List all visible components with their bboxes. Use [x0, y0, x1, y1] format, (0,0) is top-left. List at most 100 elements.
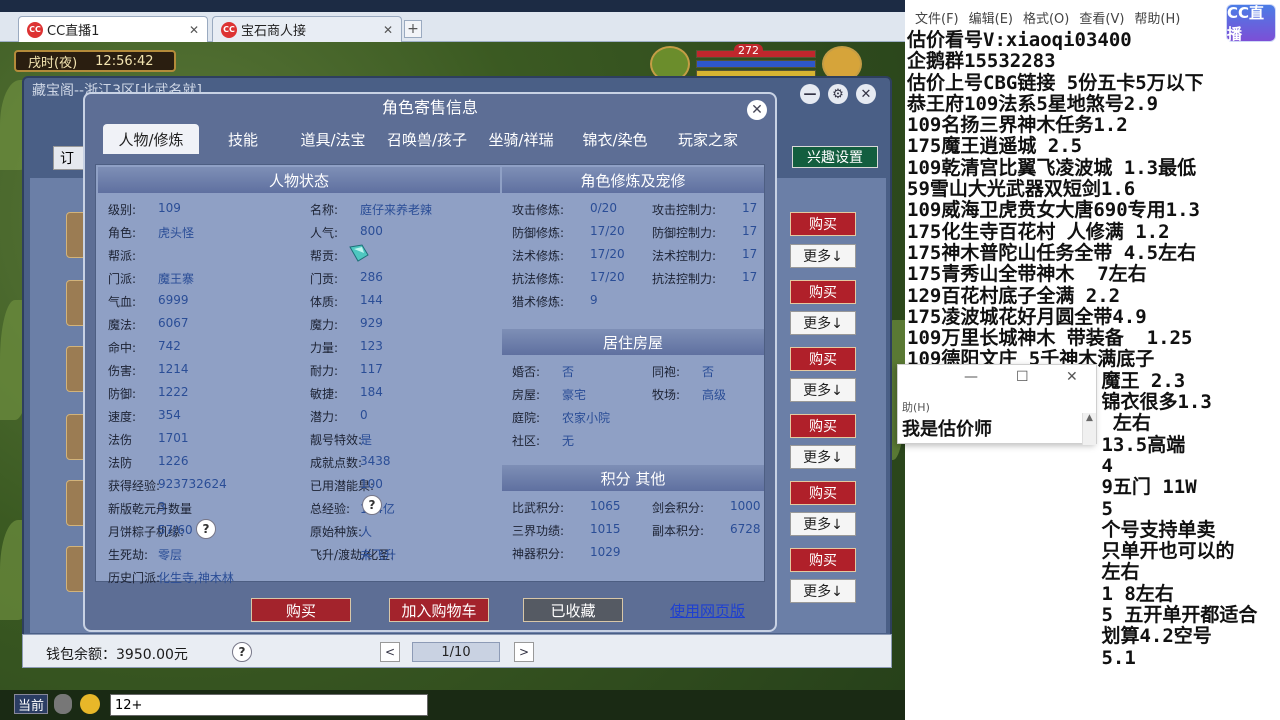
notepad-line: 175化生寺百花村 人修满 1.2 — [907, 220, 1170, 243]
tab-skills[interactable]: 技能 — [199, 124, 287, 154]
listing-more-button[interactable]: 更多↓ — [790, 244, 856, 268]
stat-value: 354 — [158, 408, 181, 422]
close-icon[interactable]: ✕ — [1066, 369, 1078, 385]
listing-buy-button[interactable]: 购买 — [790, 548, 856, 572]
stat-label: 气血: — [108, 295, 137, 309]
microphone-icon[interactable] — [54, 694, 72, 714]
stat-value: 1065 — [590, 499, 621, 513]
stat-value: 923732624 — [158, 477, 227, 491]
listing-buy-button[interactable]: 购买 — [790, 414, 856, 438]
stat-row: 帮贡: — [310, 247, 338, 264]
help-icon[interactable]: ? — [196, 519, 216, 539]
tab-character[interactable]: 人物/修炼 — [103, 124, 199, 154]
listing-buy-button[interactable]: 购买 — [790, 280, 856, 304]
emoji-icon[interactable] — [80, 694, 100, 714]
stat-row: 耐力: 117 — [310, 362, 383, 379]
notepad-line: 5 五开单开都适合 — [907, 604, 1258, 627]
stat-row: 副本积分: 6728 — [652, 522, 761, 539]
listing-more-button[interactable]: 更多↓ — [790, 579, 856, 603]
new-tab-button[interactable]: + — [404, 20, 422, 38]
menu-format[interactable]: 格式(O) — [1023, 8, 1069, 30]
stat-label: 总经验: — [310, 502, 351, 516]
help-icon[interactable]: ? — [232, 642, 252, 662]
stat-value: 庭仔来养老辣 — [360, 203, 433, 217]
listing-more-button[interactable]: 更多↓ — [790, 311, 856, 335]
stat-value: 17 — [742, 270, 758, 284]
prev-page-button[interactable]: < — [380, 642, 400, 662]
section-header-house: 居住房屋 — [502, 329, 764, 355]
add-to-cart-button[interactable]: 加入购物车 — [389, 598, 489, 622]
help-icon[interactable]: ? — [362, 495, 382, 515]
stat-label: 防御: — [108, 387, 137, 401]
scrollbar[interactable]: ▲ — [1082, 413, 1096, 445]
stat-label: 三界功绩: — [512, 524, 565, 538]
stat-label: 法术控制力: — [652, 249, 717, 263]
minimize-icon[interactable]: — — [800, 84, 820, 104]
notepad-line: 59雪山大光武器双短剑1.6 — [907, 178, 1136, 201]
favorited-button[interactable]: 已收藏 — [523, 598, 623, 622]
web-version-link[interactable]: 使用网页版 — [670, 600, 745, 621]
wallet-balance: 钱包余额：3950.00元 — [46, 647, 188, 663]
menu-file[interactable]: 文件(F) — [915, 8, 959, 30]
menu-view[interactable]: 查看(V) — [1079, 8, 1124, 30]
tab-cc-live[interactable]: CC CC直播1 ✕ — [18, 16, 208, 42]
notepad-text[interactable]: 估价看号V:xiaoqi03400 企鹅群15532283 估价上号CBG链接 5份… — [907, 29, 1258, 669]
stat-value: 否 — [702, 365, 715, 379]
gear-icon[interactable]: ⚙ — [828, 84, 848, 104]
minimize-icon[interactable]: — — [964, 369, 978, 385]
stat-value: 无 — [562, 434, 575, 448]
stat-label: 名称: — [310, 203, 339, 217]
game-clock-time: 12:56:42 — [95, 53, 154, 69]
stat-row: 房屋: 豪宅 — [512, 386, 586, 403]
menu-edit[interactable]: 编辑(E) — [969, 8, 1013, 30]
stat-label: 比武积分: — [512, 501, 565, 515]
listing-more-button[interactable]: 更多↓ — [790, 445, 856, 469]
stat-value: 6999 — [158, 293, 189, 307]
stat-label: 体质: — [310, 295, 339, 309]
subwindow-text[interactable]: 我是估价师 — [902, 415, 992, 441]
tab-label: 宝石商人接 — [241, 24, 307, 39]
stat-row: 总经验:174亿 — [310, 500, 395, 517]
stat-value: 魔王寨 — [158, 272, 195, 286]
tab-items[interactable]: 道具/法宝 — [287, 124, 379, 154]
buy-button[interactable]: 购买 — [251, 598, 351, 622]
cc-live-logo: CC直播 — [1226, 4, 1276, 43]
listing-buy-button[interactable]: 购买 — [790, 212, 856, 236]
tab-outfits[interactable]: 锦衣/染色 — [567, 124, 663, 154]
listing-more-button[interactable]: 更多↓ — [790, 378, 856, 402]
stat-label: 抗法修炼: — [512, 272, 565, 286]
maximize-icon[interactable]: ☐ — [1016, 369, 1029, 385]
close-icon[interactable]: ✕ — [189, 23, 199, 37]
stat-row: 新版乾元丹数量 3 — [108, 500, 192, 517]
stat-row: 比武积分: 1065 — [512, 499, 621, 516]
stat-value: 17 — [742, 247, 758, 261]
chat-channel-button[interactable]: 当前 — [14, 694, 48, 714]
stat-row: 魔法: 6067 — [108, 316, 189, 333]
tab-summons[interactable]: 召唤兽/孩子 — [379, 124, 475, 154]
close-icon[interactable]: ✕ — [747, 100, 767, 120]
stat-row: 抗法控制力: 17 — [652, 270, 757, 287]
tab-mounts[interactable]: 坐骑/祥瑞 — [475, 124, 567, 154]
menu-help[interactable]: 助(H) — [902, 399, 930, 415]
chat-input[interactable]: 12+ — [110, 694, 428, 716]
tab-player-home[interactable]: 玩家之家 — [663, 124, 753, 154]
tab-label: CC直播1 — [47, 24, 100, 39]
close-icon[interactable]: ✕ — [856, 84, 876, 104]
stat-value: 57/60 — [158, 523, 193, 537]
close-icon[interactable]: ✕ — [383, 23, 393, 37]
listing-buy-button[interactable]: 购买 — [790, 481, 856, 505]
stat-label: 帮贡: — [310, 249, 339, 263]
stat-label: 魔法: — [108, 318, 137, 332]
menu-help[interactable]: 帮助(H) — [1134, 8, 1180, 30]
stat-value: 17/20 — [590, 247, 625, 261]
listing-buy-button[interactable]: 购买 — [790, 347, 856, 371]
tab-gem-merchant[interactable]: CC 宝石商人接 ✕ — [212, 16, 402, 42]
stat-label: 原始种族: — [310, 525, 363, 539]
stat-value: 零层 — [158, 548, 183, 562]
stat-row: 飞升/渡劫/化圣: 未飞升 — [310, 546, 396, 563]
stat-row: 防御控制力: 17 — [652, 224, 757, 241]
listing-more-button[interactable]: 更多↓ — [790, 512, 856, 536]
stat-label: 抗法控制力: — [652, 272, 717, 286]
next-page-button[interactable]: > — [514, 642, 534, 662]
interest-settings-button[interactable]: 兴趣设置 — [792, 146, 878, 168]
